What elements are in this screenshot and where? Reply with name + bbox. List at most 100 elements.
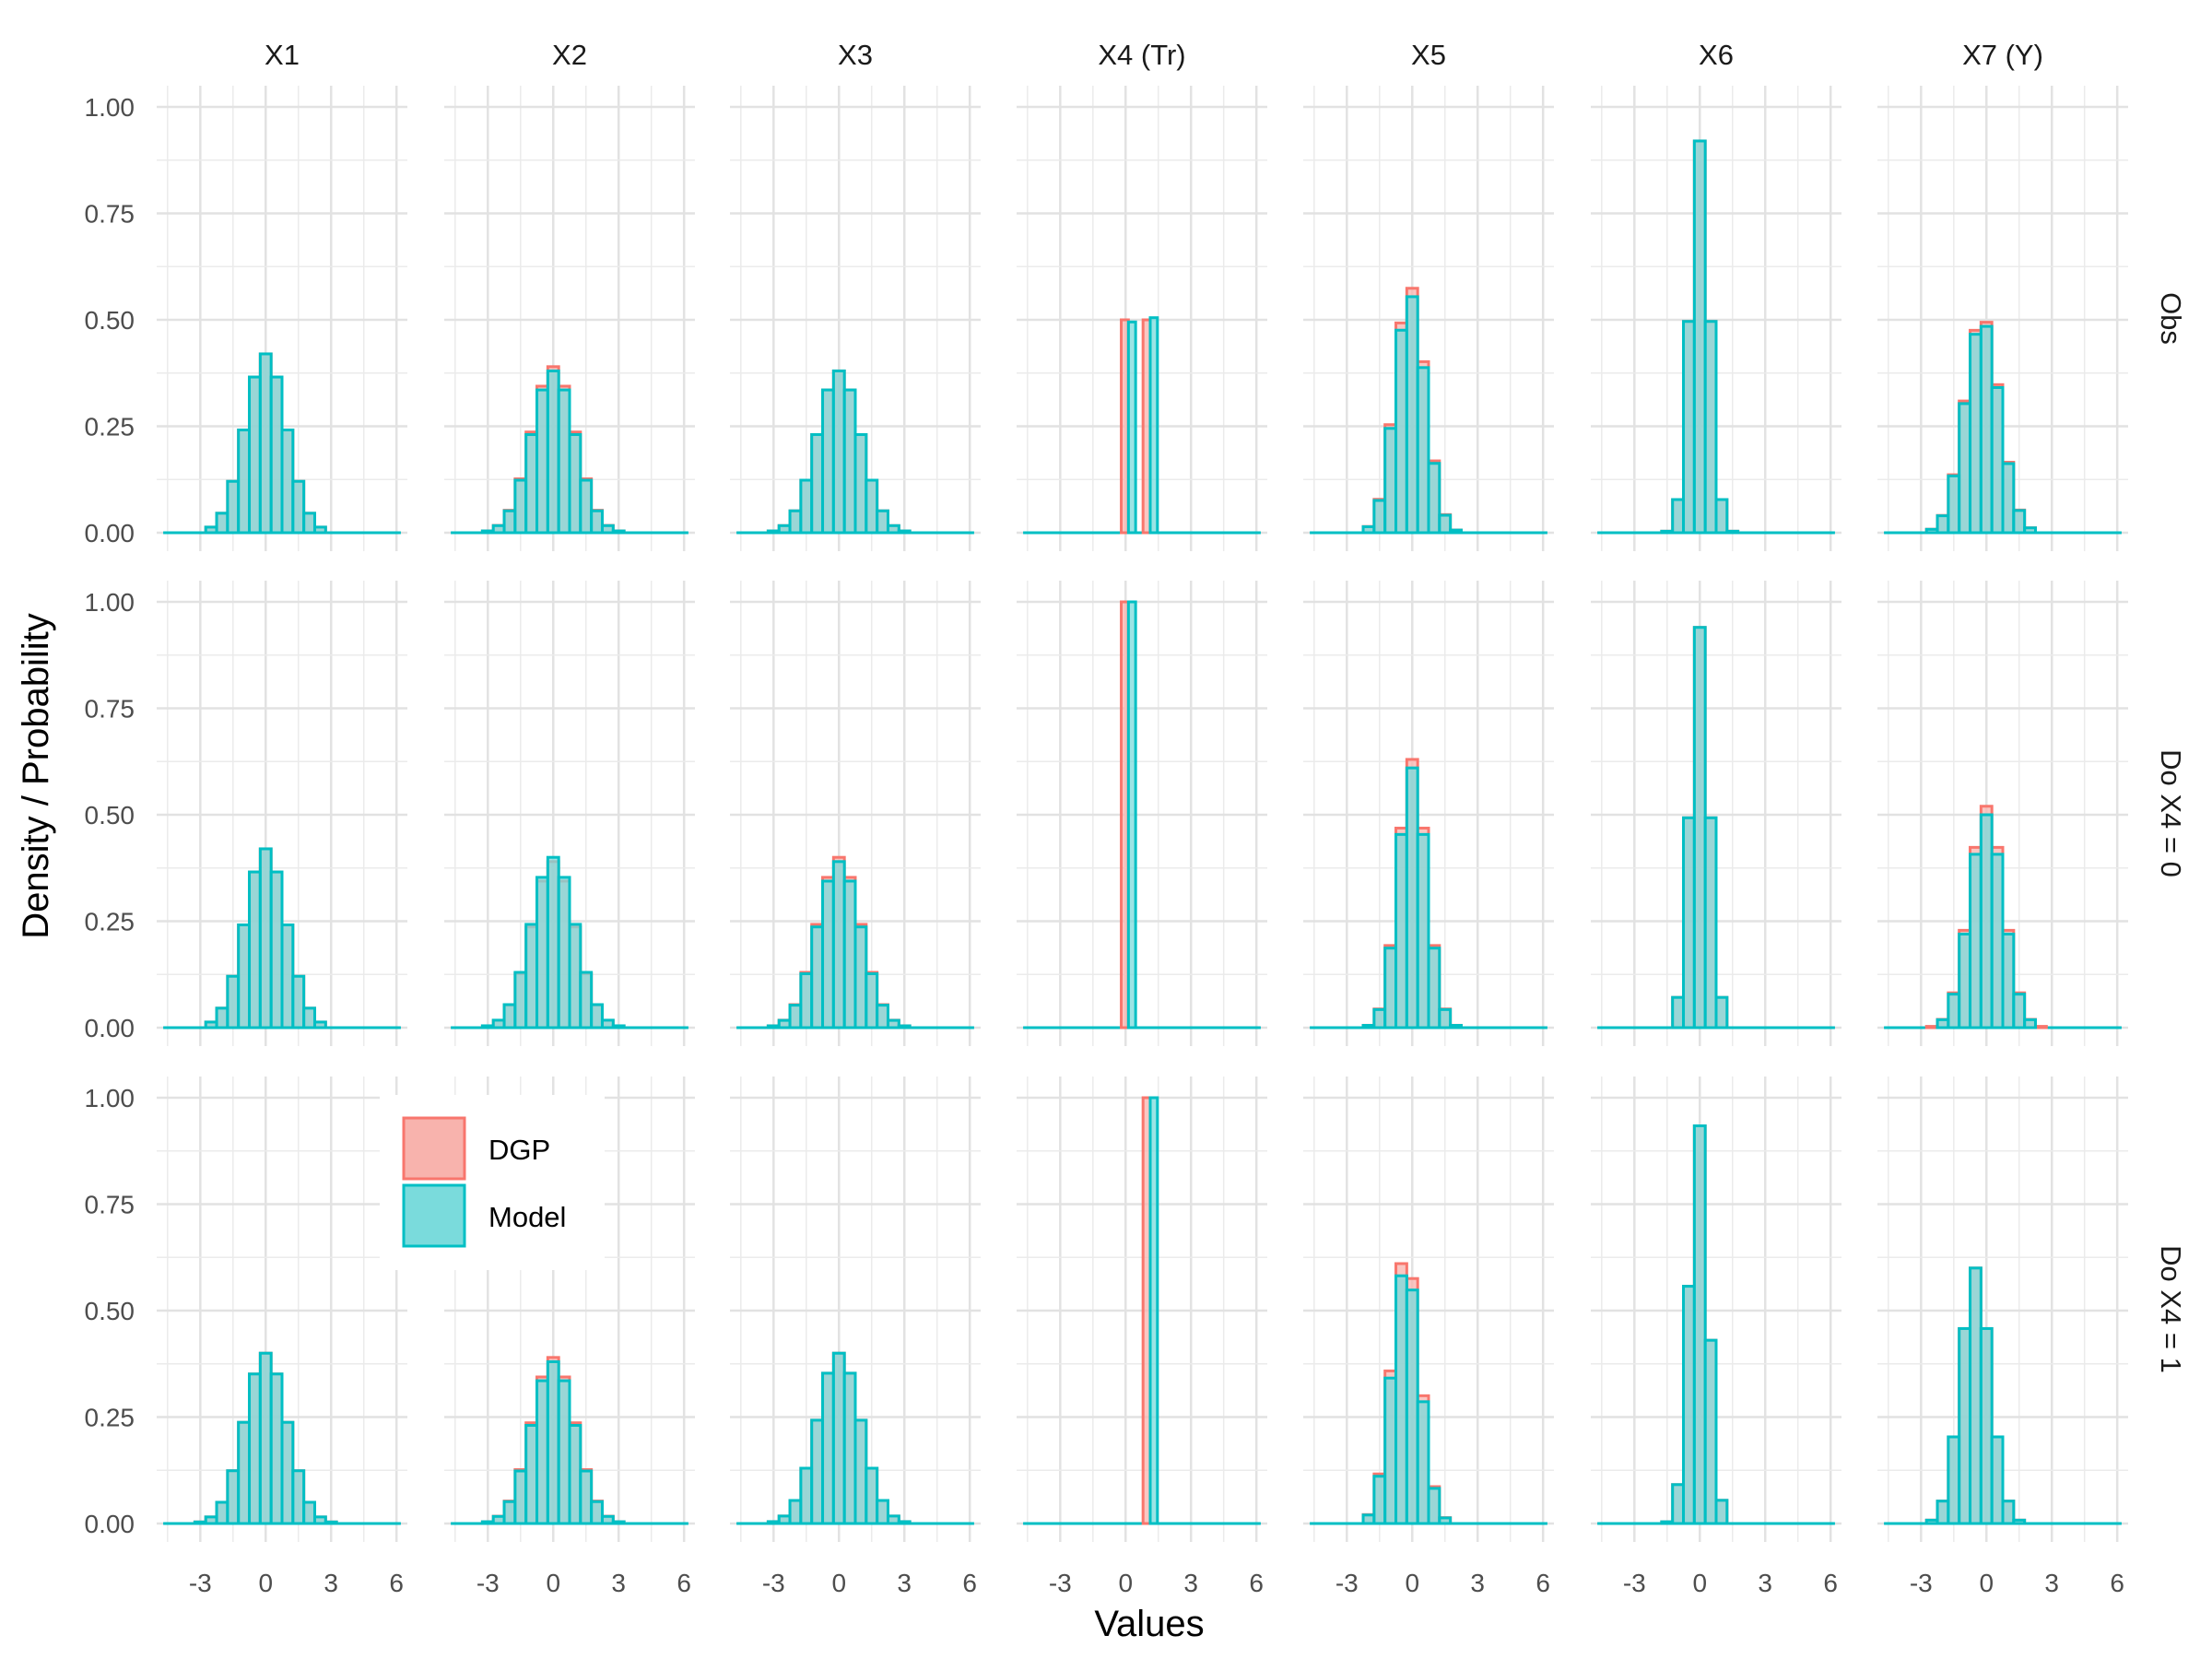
x-tick-label: 3 — [611, 1569, 626, 1597]
histogram-bar-model — [842, 879, 857, 1030]
histogram-bar-model — [280, 1420, 295, 1525]
legend-key-model — [402, 1183, 466, 1248]
histogram-bar-model — [2023, 526, 2037, 535]
histogram-bar-model — [557, 876, 571, 1030]
histogram-bar-model — [568, 433, 582, 535]
histogram-bar-model — [1148, 316, 1159, 535]
histogram-bar-model — [766, 1024, 781, 1030]
histogram-bar-model — [535, 1379, 549, 1525]
x-tick-label: 3 — [897, 1569, 912, 1597]
histogram-bar-model — [600, 524, 615, 535]
histogram-bar-model — [853, 925, 868, 1030]
histogram-bar-model — [1671, 995, 1686, 1030]
y-tick-label: 0.25 — [85, 413, 135, 441]
histogram-bar-model — [1979, 813, 1994, 1030]
histogram-bar-model — [799, 1466, 814, 1525]
legend-label-dgp: DGP — [488, 1134, 550, 1166]
histogram-bar-model — [1394, 832, 1408, 1030]
histogram-bar-model — [215, 1500, 229, 1525]
row-strip-label: Do X4 = 1 — [2155, 1245, 2187, 1373]
histogram-bar-model — [524, 1424, 539, 1525]
column-strip-label: X5 — [1411, 39, 1446, 71]
histogram-bar-model — [1936, 1500, 1950, 1525]
x-tick-label: -3 — [189, 1569, 212, 1597]
histogram-bar-model — [1126, 600, 1137, 1030]
histogram-bar-model — [513, 478, 528, 535]
histogram-bar-model — [568, 923, 582, 1030]
histogram-bar-model — [1703, 816, 1718, 1030]
histogram-bar-model — [1383, 947, 1398, 1030]
histogram-bar-model — [324, 1520, 338, 1525]
x-tick-label: -3 — [1910, 1569, 1933, 1597]
histogram-bar-model — [1361, 524, 1376, 535]
histogram-bar-model — [502, 1500, 517, 1525]
histogram-bar-model — [312, 525, 327, 535]
row-strip-label: Do X4 = 0 — [2155, 749, 2187, 877]
histogram-bar-model — [535, 388, 549, 535]
histogram-bar-model — [204, 1515, 218, 1525]
histogram-bar-model — [810, 925, 825, 1030]
y-tick-label: 0.50 — [85, 306, 135, 335]
histogram-bar-model — [557, 1379, 571, 1525]
legend: DGP Model — [380, 1095, 605, 1270]
histogram-bar-model — [1947, 474, 1961, 535]
histogram-bar-model — [600, 1514, 615, 1525]
histogram-bar-model — [579, 971, 594, 1030]
histogram-bar-model — [865, 478, 879, 535]
histogram-bar-model — [269, 1372, 284, 1525]
histogram-bar-model — [237, 1420, 252, 1525]
histogram-bar-model — [853, 433, 868, 535]
histogram-bar-model — [1438, 513, 1453, 535]
histogram-bar-model — [1126, 320, 1137, 535]
histogram-bar-model — [897, 529, 912, 535]
histogram-bar-dgp — [1924, 1025, 1939, 1030]
histogram-bar-model — [513, 971, 528, 1030]
histogram-bar-model — [248, 870, 262, 1030]
histogram-bar-model — [1416, 1400, 1430, 1525]
histogram-bar-model — [557, 388, 571, 535]
histogram-bar-model — [876, 1499, 889, 1525]
x-tick-label: 0 — [831, 1569, 846, 1597]
histogram-bar-model — [502, 1003, 517, 1030]
histogram-bar-model — [1714, 1499, 1729, 1525]
histogram-bar-model — [853, 1418, 868, 1525]
x-tick-label: 0 — [258, 1569, 273, 1597]
histogram-bar-model — [502, 509, 517, 535]
histogram-bar-model — [204, 525, 218, 535]
histogram-bar-model — [2001, 932, 2016, 1030]
histogram-bar-model — [865, 1466, 879, 1525]
histogram-bar-model — [1725, 529, 1740, 535]
histogram-bar-model — [1427, 462, 1441, 535]
histogram-bar-model — [302, 1500, 316, 1525]
histogram-bar-model — [1405, 295, 1419, 535]
histogram-bar-model — [842, 388, 857, 535]
histogram-bar-model — [1947, 993, 1961, 1030]
histogram-bar-model — [831, 369, 846, 535]
x-tick-label: 6 — [1823, 1569, 1838, 1597]
histogram-bar-model — [1692, 626, 1707, 1030]
histogram-bar-model — [590, 509, 604, 535]
x-axis-title: Values — [1094, 1604, 1204, 1644]
histogram-bar-model — [524, 433, 539, 535]
y-tick-label: 0.25 — [85, 1404, 135, 1432]
histogram-bar-model — [291, 974, 306, 1030]
histogram-bar-model — [193, 1520, 207, 1525]
histogram-bar-model — [1405, 1288, 1419, 1525]
histogram-bar-model — [777, 1514, 792, 1525]
histogram-bar-model — [821, 388, 835, 535]
histogram-bar-model — [480, 529, 495, 535]
histogram-bar-model — [2023, 1018, 2037, 1030]
histogram-bar-model — [831, 1351, 846, 1525]
histogram-bar-model — [590, 1003, 604, 1030]
y-tick-label: 0.00 — [85, 1510, 135, 1538]
histogram-bar-model — [269, 375, 284, 535]
histogram-bar-model — [1714, 498, 1729, 535]
histogram-bar-model — [1958, 402, 1972, 535]
column-strip-label: X7 (Y) — [1962, 39, 2043, 71]
histogram-bar-model — [788, 509, 803, 535]
histogram-bar-model — [1361, 1024, 1376, 1030]
histogram-bar-model — [1427, 947, 1441, 1030]
histogram-bar-model — [2001, 1500, 2016, 1525]
y-tick-label: 0.25 — [85, 908, 135, 936]
histogram-bar-model — [1703, 1338, 1718, 1525]
